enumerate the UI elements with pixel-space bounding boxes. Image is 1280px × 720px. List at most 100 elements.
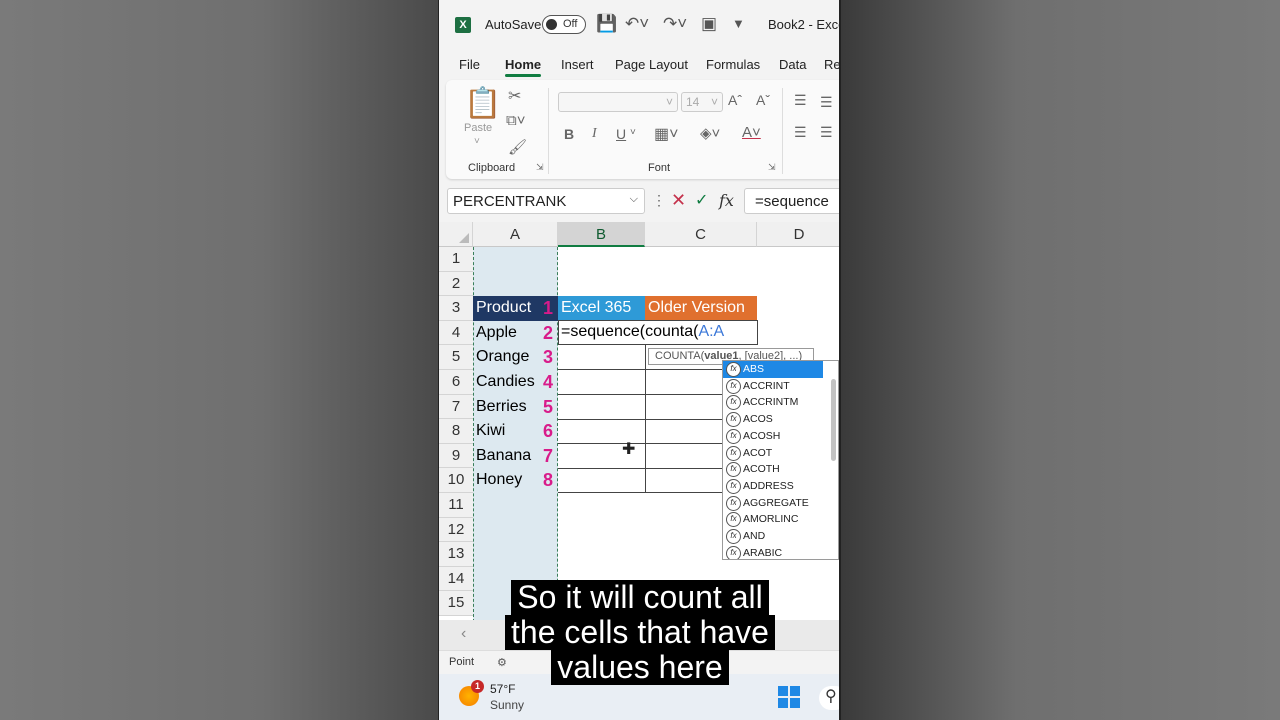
camera-icon[interactable]: ▣ <box>701 14 717 34</box>
clipboard-launcher-icon[interactable]: ⇲ <box>536 162 544 173</box>
row-header-5[interactable]: 5 <box>439 345 473 370</box>
format-painter-icon[interactable]: 🖌 <box>508 138 527 156</box>
bold-button[interactable]: B <box>564 126 574 142</box>
row-header-10[interactable]: 10 <box>439 468 473 493</box>
autocomplete-item[interactable]: fx ACOSH <box>723 428 823 445</box>
autocomplete-item[interactable]: fx ACOTH <box>723 461 823 478</box>
tab-review[interactable]: Re <box>824 57 839 72</box>
function-autocomplete-list[interactable]: fx ABS fx ACCRINT fx ACCRINTM fx ACOS fx ACOSH fx A… <box>722 360 839 560</box>
sequence-number: 3 <box>543 347 554 368</box>
autocomplete-item[interactable]: fx ACCRINTM <box>723 394 823 411</box>
font-name-box[interactable]: ˅ <box>558 92 678 112</box>
product-cell[interactable]: Berries <box>473 395 543 420</box>
autocomplete-item[interactable]: fx ABS <box>723 361 823 378</box>
background-left <box>0 0 438 720</box>
decrease-font-icon[interactable]: Aˇ <box>756 92 770 108</box>
paste-dropdown-icon[interactable]: ˅ <box>474 136 480 147</box>
customize-toolbar-icon[interactable]: ▼ <box>732 16 745 31</box>
cancel-icon[interactable]: ✕ <box>671 190 686 211</box>
row-header-6[interactable]: 6 <box>439 370 473 395</box>
row-header-7[interactable]: 7 <box>439 394 473 420</box>
tab-file[interactable]: File <box>459 57 480 72</box>
chevron-left-icon[interactable]: ‹ <box>461 625 466 643</box>
increase-font-icon[interactable]: Aˆ <box>728 92 742 108</box>
borders-icon[interactable]: ▦˅ <box>654 124 678 144</box>
autocomplete-item[interactable]: fx AMORLINC <box>723 511 823 528</box>
tab-insert[interactable]: Insert <box>561 57 594 72</box>
align-center-icon[interactable]: ☰ <box>820 124 833 141</box>
product-cell[interactable]: Banana <box>473 444 543 469</box>
autosave-label: AutoSave <box>485 17 542 32</box>
header-older-version-cell[interactable]: Older Version <box>645 296 757 321</box>
font-launcher-icon[interactable]: ⇲ <box>768 162 776 173</box>
worksheet-grid[interactable]: A B C D 1 2 3 4 5 6 7 8 9 10 11 12 13 14 15 Product Ex… <box>439 222 839 620</box>
weather-condition: Sunny <box>490 698 525 712</box>
autosave-toggle[interactable]: Off <box>542 15 586 34</box>
row-header-3[interactable]: 3 <box>439 296 473 321</box>
column-header-a[interactable]: A <box>473 222 558 247</box>
row-header-11[interactable]: 11 <box>439 493 473 518</box>
underline-button[interactable]: U <box>616 126 626 142</box>
column-header-c[interactable]: C <box>645 222 757 247</box>
windows-start-icon[interactable] <box>778 686 800 708</box>
autocomplete-item[interactable]: fx ACCRINT <box>723 378 823 395</box>
autocomplete-item[interactable]: fx ACOS <box>723 411 823 428</box>
header-excel365-cell[interactable]: Excel 365 <box>558 296 645 321</box>
row-header-4[interactable]: 4 <box>439 320 473 346</box>
tab-home[interactable]: Home <box>505 57 542 77</box>
italic-button[interactable]: I <box>592 126 597 142</box>
function-icon: fx <box>726 478 741 494</box>
column-header-d[interactable]: D <box>757 222 839 247</box>
function-icon: fx <box>726 412 741 428</box>
cut-icon[interactable]: ✂ <box>508 86 521 106</box>
autocomplete-item[interactable]: fx ARABIC <box>723 545 823 559</box>
paste-icon[interactable]: 📋 <box>464 86 501 121</box>
autocomplete-item[interactable]: fx ACOT <box>723 445 823 462</box>
product-cell[interactable]: Honey <box>473 468 543 493</box>
autocomplete-item[interactable]: fx AND <box>723 528 823 545</box>
row-header-1[interactable]: 1 <box>439 247 473 272</box>
insert-function-icon[interactable]: fx <box>719 191 734 210</box>
row-header-12[interactable]: 12 <box>439 517 473 543</box>
enter-icon[interactable]: ✓ <box>695 190 708 210</box>
product-cell[interactable]: Kiwi <box>473 419 543 444</box>
product-cell[interactable]: Candies <box>473 370 543 395</box>
product-cell[interactable]: Orange <box>473 345 543 370</box>
row-header-13[interactable]: 13 <box>439 542 473 567</box>
row-header-9[interactable]: 9 <box>439 443 473 469</box>
row-header-14[interactable]: 14 <box>439 566 473 592</box>
tab-formulas[interactable]: Formulas <box>706 57 760 72</box>
underline-dropdown-icon[interactable]: ˅ <box>630 127 636 138</box>
copy-icon[interactable]: ⧉˅ <box>506 112 525 129</box>
align-middle-icon[interactable]: ☰ <box>820 94 833 111</box>
column-header-b[interactable]: B <box>558 222 645 247</box>
search-icon[interactable]: ⚲ <box>819 686 839 710</box>
autocomplete-scrollbar[interactable] <box>831 379 836 461</box>
function-icon: fx <box>726 395 741 411</box>
sequence-number: 4 <box>543 372 554 392</box>
font-size-box[interactable]: 14 ˅ <box>681 92 723 112</box>
formula-input[interactable]: =sequence <box>744 188 839 214</box>
redo-icon[interactable]: ↷˅ <box>663 14 687 34</box>
row-header-8[interactable]: 8 <box>439 419 473 444</box>
tab-data[interactable]: Data <box>779 57 806 72</box>
autocomplete-item[interactable]: fx ADDRESS <box>723 478 823 495</box>
chevron-down-icon[interactable]: ⌵ <box>630 193 638 206</box>
align-left-icon[interactable]: ☰ <box>794 124 807 141</box>
save-icon[interactable]: 💾 <box>596 14 617 34</box>
align-top-icon[interactable]: ☰ <box>794 92 807 109</box>
tab-page-layout[interactable]: Page Layout <box>615 57 688 72</box>
more-options-icon[interactable]: ⋮ <box>652 192 666 209</box>
fill-color-icon[interactable]: ◈˅ <box>700 124 720 142</box>
select-all-corner[interactable] <box>439 222 473 247</box>
video-caption: So it will count all the cells that have… <box>480 580 800 685</box>
row-header-15[interactable]: 15 <box>439 591 473 616</box>
row-header-2[interactable]: 2 <box>439 271 473 297</box>
product-cell[interactable]: Apple <box>473 321 543 346</box>
autocomplete-item[interactable]: fx AGGREGATE <box>723 495 823 512</box>
edit-cell-b4[interactable]: =sequence(counta(A:A <box>558 320 758 345</box>
undo-icon[interactable]: ↶˅ <box>625 14 649 34</box>
name-box[interactable]: PERCENTRANK ⌵ <box>447 188 645 214</box>
clipboard-group-label: Clipboard <box>468 162 516 174</box>
font-color-icon[interactable]: A˅ <box>742 124 761 141</box>
